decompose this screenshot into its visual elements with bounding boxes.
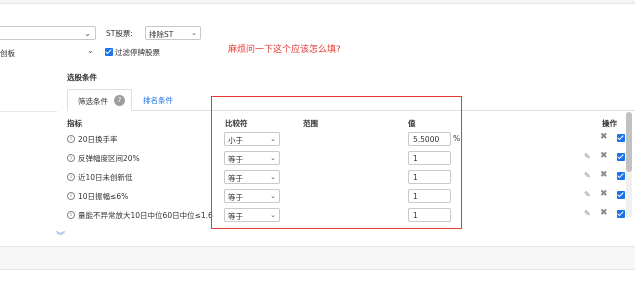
- top-bar: [0, 0, 635, 4]
- value-text: 1: [413, 211, 418, 220]
- chevron-down-icon: ⌄: [191, 29, 197, 37]
- table-row: i 反弹幅度区间20% 等于 ⌄ 1 ✎ ✖: [67, 151, 635, 170]
- value-unit: %: [453, 134, 461, 143]
- suspend-filter-label: 过滤停牌股票: [115, 48, 160, 57]
- close-icon[interactable]: ✖: [600, 208, 608, 218]
- row-checkbox[interactable]: [617, 172, 625, 180]
- divider: [0, 111, 57, 112]
- section-title: 选股条件: [67, 73, 97, 82]
- indicator-name: 10日振幅≤6%: [78, 192, 129, 201]
- comparator-value: 小于: [228, 136, 243, 145]
- filter-select-1[interactable]: ⌄: [0, 26, 96, 40]
- info-icon[interactable]: i: [67, 135, 75, 143]
- tab-label: 筛选条件: [78, 97, 108, 106]
- info-icon[interactable]: i: [67, 192, 75, 200]
- chevron-down-icon: ⌄: [270, 211, 276, 219]
- comparator-select[interactable]: 等于 ⌄: [224, 151, 280, 165]
- chevron-down-icon: ⌄: [270, 135, 276, 143]
- edit-icon[interactable]: ✎: [584, 152, 593, 161]
- st-label: ST股票:: [106, 29, 133, 38]
- chevron-down-icon: ⌄: [270, 173, 276, 181]
- comparator-select[interactable]: 等于 ⌄: [224, 170, 280, 184]
- count-badge: 7: [114, 95, 125, 106]
- row-checkbox[interactable]: [617, 153, 625, 161]
- close-icon[interactable]: ✖: [600, 132, 608, 142]
- value-text: 1: [413, 173, 418, 182]
- comparator-select[interactable]: 小于 ⌄: [224, 132, 280, 146]
- tab-ranking-conditions[interactable]: 排名条件: [143, 95, 173, 106]
- table-row: i 量能不异常放大10日中位60日中位≤1.6 等于 ⌄ 1 ✎ ✖: [67, 208, 635, 227]
- bottom-bar: [0, 246, 635, 270]
- indicator-name: 反弹幅度区间20%: [78, 154, 140, 163]
- comparator-select[interactable]: 等于 ⌄: [224, 208, 280, 222]
- double-chevron-down-icon[interactable]: ︾: [56, 229, 65, 242]
- filter-select-2-value[interactable]: 创板: [0, 48, 15, 59]
- header-range: 范围: [303, 119, 318, 128]
- close-icon[interactable]: ✖: [600, 189, 608, 199]
- header-comparator: 比较符: [225, 119, 248, 128]
- comparator-value: 等于: [228, 193, 243, 202]
- suspend-filter-checkbox[interactable]: [105, 48, 113, 56]
- chevron-down-icon: ⌄: [84, 29, 91, 38]
- chevron-down-icon: ⌄: [270, 192, 276, 200]
- comparator-value: 等于: [228, 174, 243, 183]
- close-icon[interactable]: ✖: [600, 170, 608, 180]
- row-checkbox[interactable]: [617, 134, 625, 142]
- value-text: 1: [413, 192, 418, 201]
- info-icon[interactable]: i: [67, 211, 75, 219]
- st-select-value: 排除ST: [149, 30, 174, 39]
- value-input[interactable]: 1: [408, 151, 451, 165]
- row-checkbox[interactable]: [617, 210, 625, 218]
- value-input[interactable]: 1: [408, 189, 451, 203]
- tab-divider: [132, 110, 635, 111]
- info-icon[interactable]: i: [67, 173, 75, 181]
- scrollbar-thumb[interactable]: [626, 112, 632, 172]
- header-indicator: 指标: [67, 119, 82, 128]
- edit-icon[interactable]: ✎: [584, 190, 593, 199]
- indicator-name: 20日换手率: [78, 135, 118, 144]
- table-row: i 10日振幅≤6% 等于 ⌄ 1 ✎ ✖: [67, 189, 635, 208]
- comparator-select[interactable]: 等于 ⌄: [224, 189, 280, 203]
- header-actions: 操作: [602, 119, 617, 128]
- indicator-name: 量能不异常放大10日中位60日中位≤1.6: [78, 211, 213, 220]
- st-select[interactable]: 排除ST ⌄: [145, 26, 201, 40]
- header-value: 值: [408, 119, 416, 128]
- table-row: i 20日换手率 小于 ⌄ 5.5000 % ✖: [67, 132, 635, 151]
- chevron-down-icon[interactable]: ⌄: [87, 46, 94, 55]
- tab-filter-conditions[interactable]: 筛选条件 7: [67, 89, 132, 111]
- value-text: 5.5000: [413, 135, 440, 144]
- value-input[interactable]: 5.5000: [408, 132, 451, 146]
- info-icon[interactable]: i: [67, 154, 75, 162]
- edit-icon[interactable]: ✎: [584, 171, 593, 180]
- value-text: 1: [413, 154, 418, 163]
- table-row: i 近10日未创新低 等于 ⌄ 1 ✎ ✖: [67, 170, 635, 189]
- comparator-value: 等于: [228, 155, 243, 164]
- edit-icon[interactable]: ✎: [584, 209, 593, 218]
- value-input[interactable]: 1: [408, 208, 451, 222]
- value-input[interactable]: 1: [408, 170, 451, 184]
- annotation-question: 麻烦问一下这个应该怎么填?: [228, 45, 341, 55]
- chevron-down-icon: ⌄: [270, 154, 276, 162]
- indicator-name: 近10日未创新低: [78, 173, 133, 182]
- comparator-value: 等于: [228, 212, 243, 221]
- row-checkbox[interactable]: [617, 191, 625, 199]
- close-icon[interactable]: ✖: [600, 151, 608, 161]
